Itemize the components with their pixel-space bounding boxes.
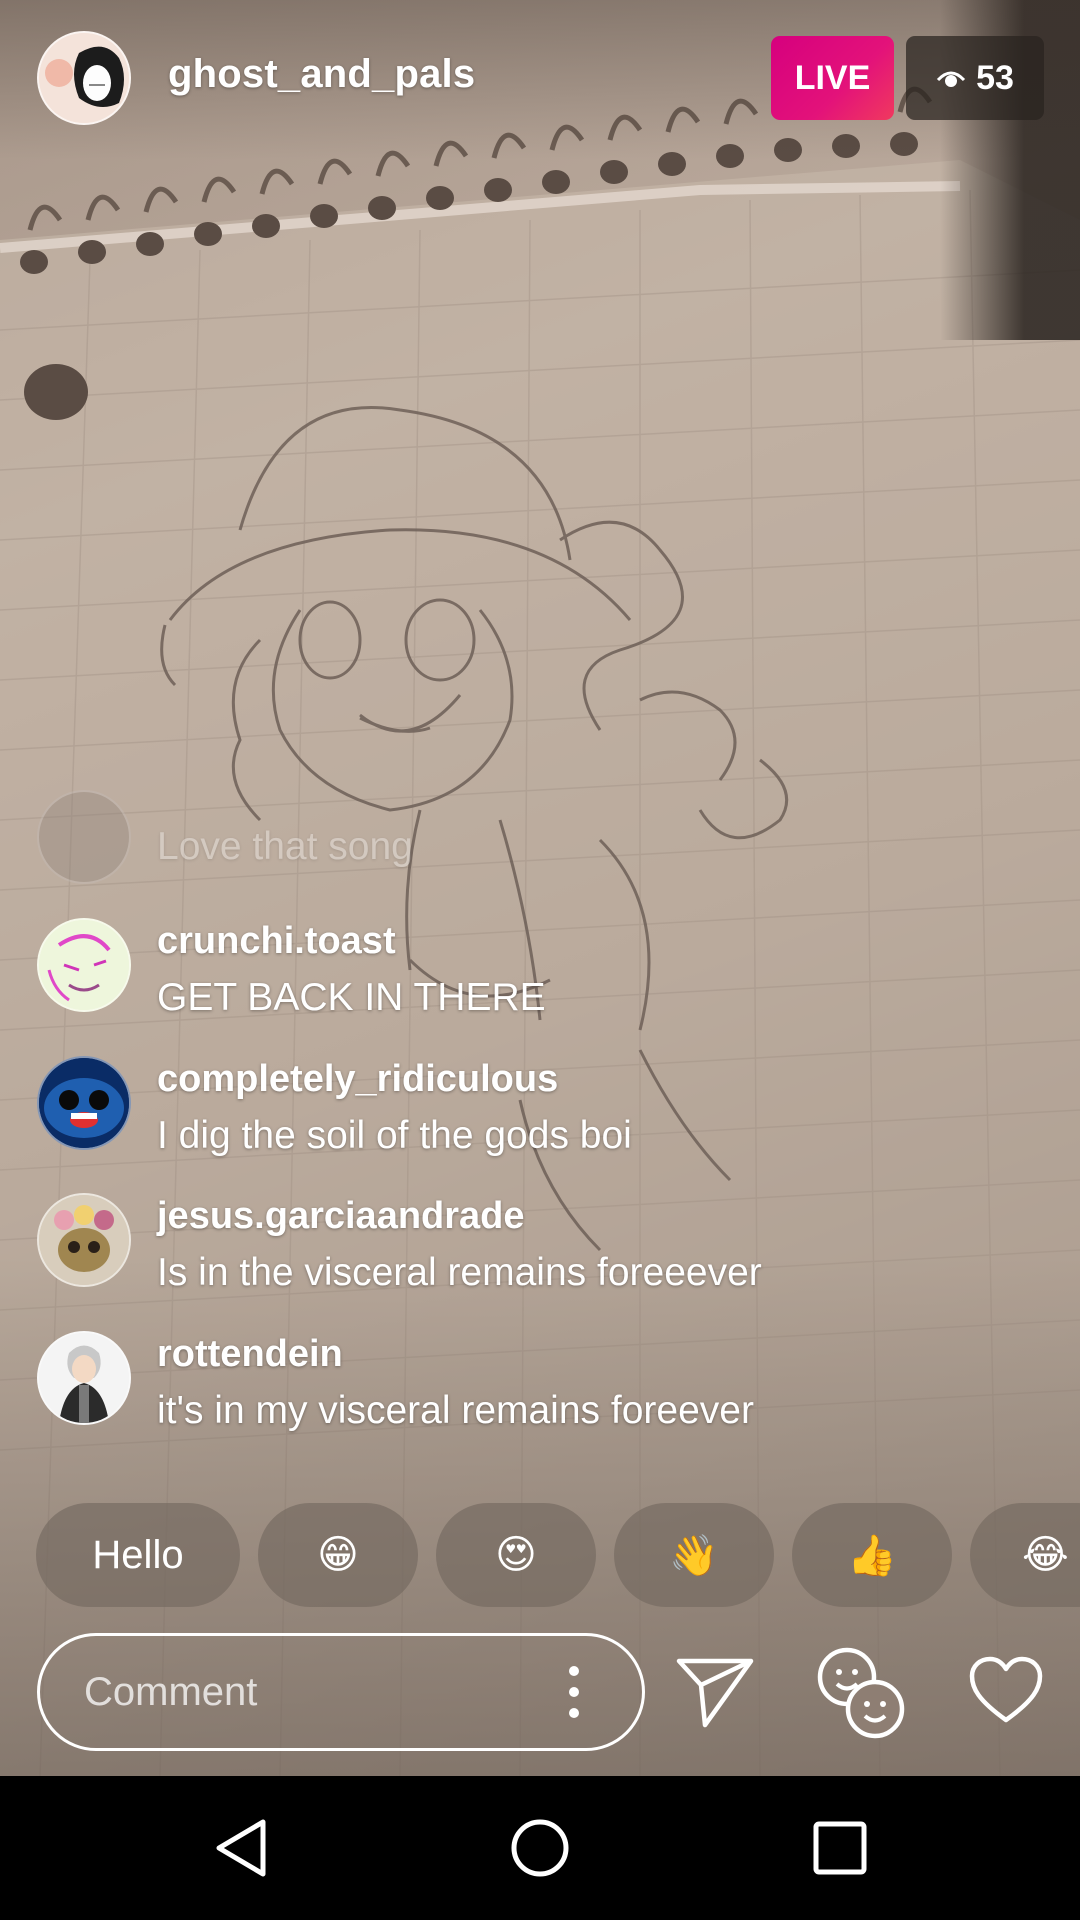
host-avatar[interactable]: [37, 31, 131, 125]
paper-plane-icon[interactable]: [675, 1655, 755, 1729]
commenter-avatar[interactable]: [37, 1331, 131, 1425]
triangle-back-icon: [216, 1819, 266, 1877]
square-recents-icon: [813, 1821, 867, 1875]
comment-item: jesus.garciaandrade Is in the visceral r…: [0, 1193, 1080, 1303]
commenter-avatar[interactable]: [37, 790, 131, 884]
faces-icon[interactable]: [815, 1645, 911, 1741]
quick-replies: Hello 😁 😍 👋 👍 😂: [36, 1503, 1080, 1607]
comment-input[interactable]: [37, 1633, 645, 1751]
commenter-avatar[interactable]: [37, 1056, 131, 1150]
commenter-avatar[interactable]: [37, 1193, 131, 1287]
comment-item: completely_ridiculous I dig the soil of …: [0, 1056, 1080, 1166]
viewer-count: 53: [976, 58, 1014, 97]
quick-reply-joy[interactable]: 😂: [970, 1503, 1080, 1607]
commenter-avatar[interactable]: [37, 918, 131, 1012]
quick-reply-heart-eyes[interactable]: 😍: [436, 1503, 596, 1607]
quick-reply-wave[interactable]: 👋: [614, 1503, 774, 1607]
comment-username[interactable]: crunchi.toast: [157, 920, 396, 963]
nav-back-button[interactable]: [161, 1776, 321, 1920]
comment-item: rottendein it's in my visceral remains f…: [0, 1331, 1080, 1441]
comment-item: crunchi.toast GET BACK IN THERE: [0, 918, 1080, 1028]
comment-text: Love that song: [157, 825, 413, 868]
comment-text: Is in the visceral remains foreeever: [157, 1251, 762, 1294]
more-vertical-icon[interactable]: [562, 1665, 586, 1719]
comment-username[interactable]: completely_ridiculous: [157, 1058, 558, 1101]
heart-icon[interactable]: [968, 1656, 1044, 1726]
nav-home-button[interactable]: [460, 1776, 620, 1920]
host-username[interactable]: ghost_and_pals: [168, 52, 475, 97]
quick-reply-grin[interactable]: 😁: [258, 1503, 418, 1607]
nav-recents-button[interactable]: [760, 1776, 920, 1920]
comment-text: it's in my visceral remains foreever: [157, 1389, 754, 1432]
comment-item: Love that song: [0, 790, 1080, 900]
quick-reply-thumbs-up[interactable]: 👍: [792, 1503, 952, 1607]
comment-text: I dig the soil of the gods boi: [157, 1114, 632, 1157]
eye-icon: [936, 71, 966, 87]
comment-text: GET BACK IN THERE: [157, 976, 546, 1019]
comment-username[interactable]: jesus.garciaandrade: [157, 1195, 525, 1238]
system-navigation-bar: [0, 1776, 1080, 1920]
comment-username[interactable]: rottendein: [157, 1333, 343, 1376]
live-badge: LIVE: [771, 36, 894, 120]
circle-home-icon: [511, 1819, 569, 1877]
live-header: ghost_and_pals LIVE 53: [0, 0, 1080, 160]
quick-reply-hello[interactable]: Hello: [36, 1503, 240, 1607]
viewer-count-badge[interactable]: 53: [906, 36, 1044, 120]
